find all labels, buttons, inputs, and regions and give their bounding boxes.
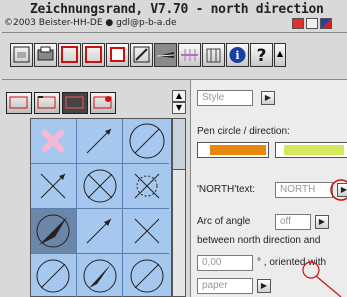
- svg-text:?: ?: [257, 46, 267, 66]
- red-window-icon[interactable]: [292, 18, 304, 29]
- north-style-pink-x[interactable]: [31, 119, 77, 164]
- north-style-arrow-line[interactable]: [77, 119, 123, 164]
- building-button[interactable]: [202, 43, 225, 67]
- north-style-circle-plain[interactable]: [123, 254, 169, 297]
- north-style-circle-arrow[interactable]: [123, 119, 169, 164]
- info-button[interactable]: i: [226, 43, 249, 67]
- north-style-selected-filled[interactable]: [31, 209, 77, 254]
- north-style-circle-cross[interactable]: [77, 164, 123, 209]
- printer-button[interactable]: [34, 43, 57, 67]
- red-annotation-overlay: [302, 179, 347, 297]
- grid-scrollbar[interactable]: [172, 118, 186, 297]
- toolbar-scroll-button[interactable]: ▲: [274, 43, 286, 67]
- toolbar: i ? ▲: [2, 32, 347, 80]
- pencil-tool-button[interactable]: [130, 43, 153, 67]
- red-frame-button-3[interactable]: [106, 43, 129, 67]
- north-style-circle-needle[interactable]: [77, 254, 123, 297]
- settings-panel: Style ▶ Pen circle / direction: 'NORTH't…: [190, 80, 347, 297]
- north-arrow-style-grid: [30, 118, 172, 297]
- corner-style-button-3[interactable]: [62, 92, 88, 114]
- north-style-dashed-cross[interactable]: [123, 164, 169, 209]
- copyright-text: ©2003 Beister-HH-DE ● gdl@p-b-a.de: [4, 18, 177, 28]
- north-style-cross[interactable]: [31, 164, 77, 209]
- north-style-circle-diagonal[interactable]: [31, 254, 77, 297]
- red-frame-button-2[interactable]: [82, 43, 105, 67]
- mini-scroll-down-arrow[interactable]: ▼: [172, 102, 186, 114]
- play-icon[interactable]: [306, 18, 318, 29]
- frame-view-button[interactable]: [10, 43, 33, 67]
- corner-style-button-4[interactable]: [90, 92, 116, 114]
- flag-icon[interactable]: [320, 18, 332, 29]
- window-title: Zeichnungsrand, V7.70 - north direction: [30, 2, 324, 17]
- north-style-thin-arrow[interactable]: [77, 209, 123, 254]
- window: Zeichnungsrand, V7.70 - north direction …: [0, 0, 347, 297]
- red-frame-button-1[interactable]: [58, 43, 81, 67]
- grid-scroll-thumb[interactable]: [173, 119, 185, 170]
- help-button[interactable]: ?: [250, 43, 273, 67]
- corner-style-button-2[interactable]: [34, 92, 60, 114]
- north-arrow-tool-button[interactable]: [154, 43, 177, 67]
- mini-scroll-up-arrow[interactable]: ▲: [172, 90, 186, 102]
- scale-bar-button[interactable]: [178, 43, 201, 67]
- corner-style-button-1[interactable]: [6, 92, 32, 114]
- svg-text:i: i: [235, 49, 239, 62]
- north-style-x-arrow[interactable]: [123, 209, 169, 254]
